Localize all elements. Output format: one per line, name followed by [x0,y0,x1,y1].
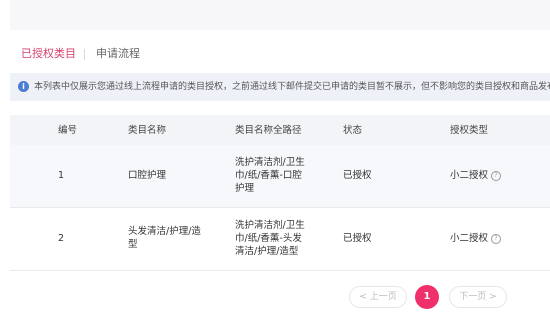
tab-divider [84,49,85,60]
header-auth-type: 授权类型 [450,125,489,136]
table-header: 编号 类目名称 类目名称全路径 状态 授权类型 [10,115,550,145]
tab-bar: 已授权类目 申请流程 [0,41,550,67]
header-category-path: 类目名称全路径 [235,125,302,136]
prev-page-button[interactable]: < 上一页 [349,286,407,308]
notice-banner: i 本列表中仅展示您通过线上流程申请的类目授权，之前通过线下邮件提交已申请的类目… [10,73,550,101]
row-id: 1 [58,170,65,181]
row-status: 已授权 [343,170,372,181]
next-page-button[interactable]: 下一页 > [449,286,507,308]
info-icon: i [18,81,29,92]
header-id: 编号 [58,125,78,136]
row-category-path: 洗护清洁剂/卫生 巾/纸/香薰-头发 清洁/护理/造型 [235,220,305,257]
help-icon[interactable]: ? [491,171,502,181]
tab-authorized-categories[interactable]: 已授权类目 [21,47,76,61]
row-category-name: 口腔护理 [128,170,167,181]
header-category-name: 类目名称 [128,125,167,136]
top-bar [10,0,550,30]
table-row: 1 口腔护理 洗护清洁剂/卫生 巾/纸/香薰-口腔 护理 已授权 小二授权? [10,145,550,208]
current-page-button[interactable]: 1 [415,285,439,309]
row-status: 已授权 [343,233,372,244]
row-category-name: 头发清洁/护理/造 型 [128,226,201,250]
header-status: 状态 [343,125,363,136]
row-auth-type: 小二授权? [450,232,550,245]
notice-text: 本列表中仅展示您通过线上流程申请的类目授权，之前通过线下邮件提交已申请的类目暂不… [34,82,550,92]
row-category-path: 洗护清洁剂/卫生 巾/纸/香薰-口腔 护理 [235,157,305,194]
row-auth-type: 小二授权? [450,169,550,182]
help-icon[interactable]: ? [491,234,502,244]
row-id: 2 [58,233,65,244]
category-table: 编号 类目名称 类目名称全路径 状态 授权类型 1 口腔护理 洗护清洁剂/卫生 … [10,115,550,271]
pagination: < 上一页 1 下一页 > [0,284,550,309]
tab-application-process[interactable]: 申请流程 [96,47,140,61]
table-row: 2 头发清洁/护理/造 型 洗护清洁剂/卫生 巾/纸/香薰-头发 清洁/护理/造… [10,208,550,271]
